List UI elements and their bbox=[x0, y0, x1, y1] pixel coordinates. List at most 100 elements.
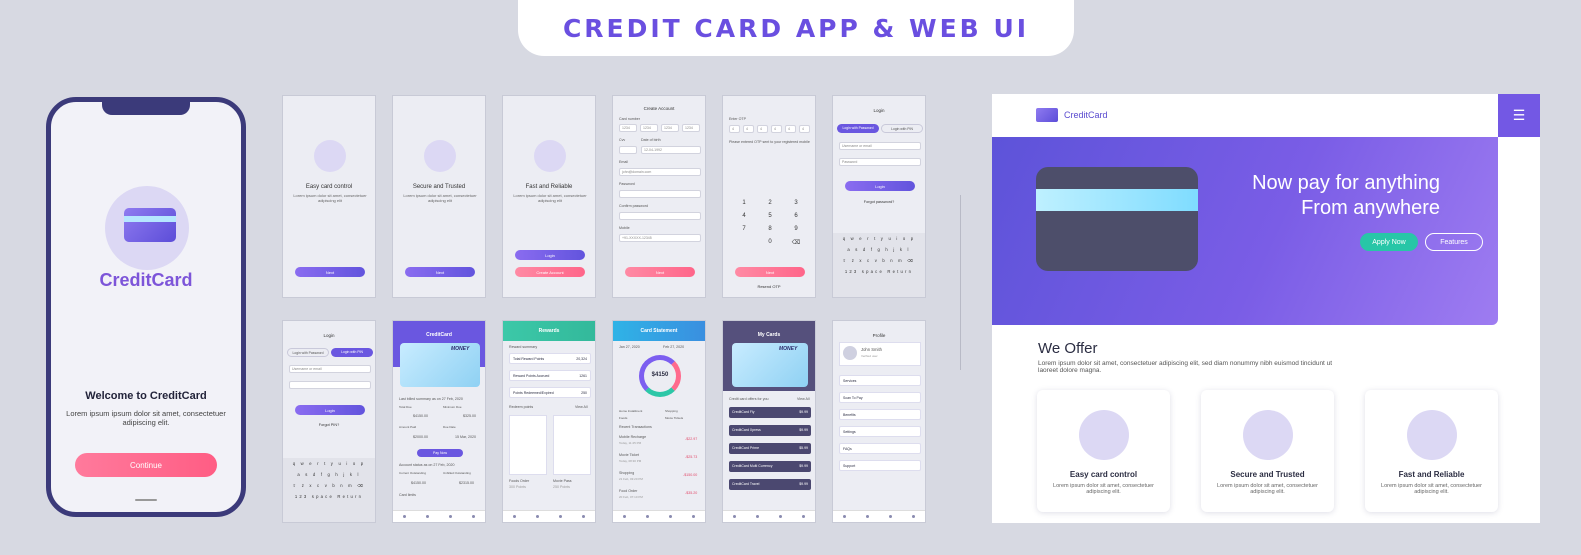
keyboard-row[interactable]: 123 space Return bbox=[283, 491, 375, 502]
offer-row[interactable]: CreditCard Multi Currency $9.99 bbox=[729, 461, 811, 472]
dashboard-icon[interactable] bbox=[403, 515, 406, 518]
card-number-field[interactable]: 1234 bbox=[682, 124, 700, 132]
keyboard-row[interactable]: q w e r t y u i o p bbox=[283, 458, 375, 469]
web-brand[interactable]: CreditCard bbox=[1064, 110, 1108, 120]
keyboard-row[interactable]: 123 space Return bbox=[833, 266, 925, 277]
offer-row[interactable]: CreditCard Fly $9.99 bbox=[729, 407, 811, 418]
dashboard-icon[interactable] bbox=[733, 515, 736, 518]
pin-field[interactable] bbox=[289, 381, 371, 389]
otp-digit[interactable]: 4 bbox=[729, 125, 740, 133]
features-button[interactable]: Features bbox=[1425, 233, 1483, 251]
bottom-nav[interactable] bbox=[503, 510, 595, 522]
login-button[interactable]: Login bbox=[845, 181, 915, 191]
view-all-link[interactable]: View All bbox=[797, 397, 810, 401]
key[interactable]: 2 bbox=[757, 200, 783, 206]
hamburger-menu-icon[interactable]: ☰ bbox=[1498, 94, 1540, 137]
keyboard[interactable]: q w e r t y u i o p a s d f g h j k l ⇧ … bbox=[833, 233, 925, 297]
key[interactable]: 7 bbox=[731, 226, 757, 232]
date-from[interactable]: Jan 27, 2020 bbox=[619, 345, 640, 349]
bottom-nav[interactable] bbox=[723, 510, 815, 522]
next-button[interactable]: Next bbox=[295, 267, 365, 277]
mobile-field[interactable]: +91-XXXXX-12345 bbox=[619, 234, 701, 242]
otp-digit[interactable]: 4 bbox=[771, 125, 782, 133]
key[interactable]: 3 bbox=[783, 200, 809, 206]
keyboard[interactable]: q w e r t y u i o p a s d f g h j k l ⇧ … bbox=[283, 458, 375, 522]
offer-row[interactable]: CreditCard Prime $5.99 bbox=[729, 443, 811, 454]
otp-digit[interactable]: 4 bbox=[743, 125, 754, 133]
keyboard-row[interactable]: ⇧ z x c v b n m ⌫ bbox=[833, 255, 925, 266]
keyboard-row[interactable]: ⇧ z x c v b n m ⌫ bbox=[283, 480, 375, 491]
key[interactable]: ⌫ bbox=[783, 239, 809, 246]
continue-button[interactable]: Continue bbox=[75, 453, 217, 477]
tab-login-pin[interactable]: Login with PIN bbox=[331, 348, 373, 357]
apply-now-button[interactable]: Apply Now bbox=[1360, 233, 1418, 251]
profile-menu-item[interactable]: Settings bbox=[839, 426, 921, 437]
profile-menu-item[interactable]: Services bbox=[839, 375, 921, 386]
confirm-password-field[interactable] bbox=[619, 212, 701, 220]
tab-login-password[interactable]: Login with Password bbox=[837, 124, 879, 133]
card-number-field[interactable]: 1234 bbox=[640, 124, 658, 132]
offers-icon[interactable] bbox=[449, 515, 452, 518]
forgot-pin-link[interactable]: Forgot PIN? bbox=[283, 423, 375, 427]
profile-icon[interactable] bbox=[802, 515, 805, 518]
rewards-icon[interactable] bbox=[756, 515, 759, 518]
offers-icon[interactable] bbox=[779, 515, 782, 518]
rewards-icon[interactable] bbox=[536, 515, 539, 518]
offer-card[interactable]: Easy card control Lorem ipsum dolor sit … bbox=[1037, 390, 1170, 512]
date-to[interactable]: Feb 27, 2020 bbox=[663, 345, 684, 349]
username-field[interactable]: Username or email bbox=[839, 142, 921, 150]
numpad[interactable]: 123 456 789 0 ⌫ bbox=[731, 200, 809, 246]
profile-menu-item[interactable]: Support bbox=[839, 460, 921, 471]
bottom-nav[interactable] bbox=[613, 510, 705, 522]
password-field[interactable] bbox=[619, 190, 701, 198]
key[interactable] bbox=[731, 239, 757, 246]
keyboard-row[interactable]: q w e r t y u i o p bbox=[833, 233, 925, 244]
next-button[interactable]: Next bbox=[625, 267, 695, 277]
pay-now-button[interactable]: Pay Now bbox=[417, 449, 463, 457]
profile-menu-item[interactable]: Benefits bbox=[839, 409, 921, 420]
login-button[interactable]: Login bbox=[515, 250, 585, 260]
profile-icon[interactable] bbox=[472, 515, 475, 518]
keyboard-row[interactable]: a s d f g h j k l bbox=[833, 244, 925, 255]
forgot-password-link[interactable]: Forgot password? bbox=[833, 200, 925, 204]
offers-icon[interactable] bbox=[559, 515, 562, 518]
tab-login-password[interactable]: Login with Password bbox=[287, 348, 329, 357]
offer-card[interactable]: Fast and Reliable Lorem ipsum dolor sit … bbox=[1365, 390, 1498, 512]
username-field[interactable]: Username or email bbox=[289, 365, 371, 373]
offers-icon[interactable] bbox=[669, 515, 672, 518]
card-number-field[interactable]: 1234 bbox=[619, 124, 637, 132]
tab-login-pin[interactable]: Login with PIN bbox=[881, 124, 923, 133]
offers-icon[interactable] bbox=[889, 515, 892, 518]
key[interactable]: 6 bbox=[783, 213, 809, 219]
profile-icon[interactable] bbox=[692, 515, 695, 518]
key[interactable]: 4 bbox=[731, 213, 757, 219]
profile-icon[interactable] bbox=[912, 515, 915, 518]
bottom-nav[interactable] bbox=[393, 510, 485, 522]
key[interactable]: 8 bbox=[757, 226, 783, 232]
rewards-icon[interactable] bbox=[646, 515, 649, 518]
login-button[interactable]: Login bbox=[295, 405, 365, 415]
resend-otp-link[interactable]: Resend OTP bbox=[723, 284, 815, 289]
key[interactable]: 0 bbox=[757, 239, 783, 246]
create-account-button[interactable]: Create Account bbox=[515, 267, 585, 277]
offer-card[interactable]: Secure and Trusted Lorem ipsum dolor sit… bbox=[1201, 390, 1334, 512]
otp-digit[interactable]: 4 bbox=[799, 125, 810, 133]
bottom-nav[interactable] bbox=[833, 510, 925, 522]
cvv-field[interactable] bbox=[619, 146, 637, 154]
keyboard-row[interactable]: a s d f g h j k l bbox=[283, 469, 375, 480]
password-field[interactable]: Password bbox=[839, 158, 921, 166]
offer-row[interactable]: CreditCard Xpress $9.99 bbox=[729, 425, 811, 436]
profile-menu-item[interactable]: FAQs bbox=[839, 443, 921, 454]
dashboard-icon[interactable] bbox=[843, 515, 846, 518]
next-button[interactable]: Next bbox=[405, 267, 475, 277]
dashboard-icon[interactable] bbox=[623, 515, 626, 518]
key[interactable]: 1 bbox=[731, 200, 757, 206]
image-placeholder-icon[interactable] bbox=[553, 415, 591, 475]
next-button[interactable]: Next bbox=[735, 267, 805, 277]
key[interactable]: 5 bbox=[757, 213, 783, 219]
key[interactable]: 9 bbox=[783, 226, 809, 232]
rewards-icon[interactable] bbox=[426, 515, 429, 518]
profile-icon[interactable] bbox=[582, 515, 585, 518]
dob-field[interactable]: 12-04-1992 bbox=[641, 146, 701, 154]
offer-row[interactable]: CreditCard Travel $9.99 bbox=[729, 479, 811, 490]
